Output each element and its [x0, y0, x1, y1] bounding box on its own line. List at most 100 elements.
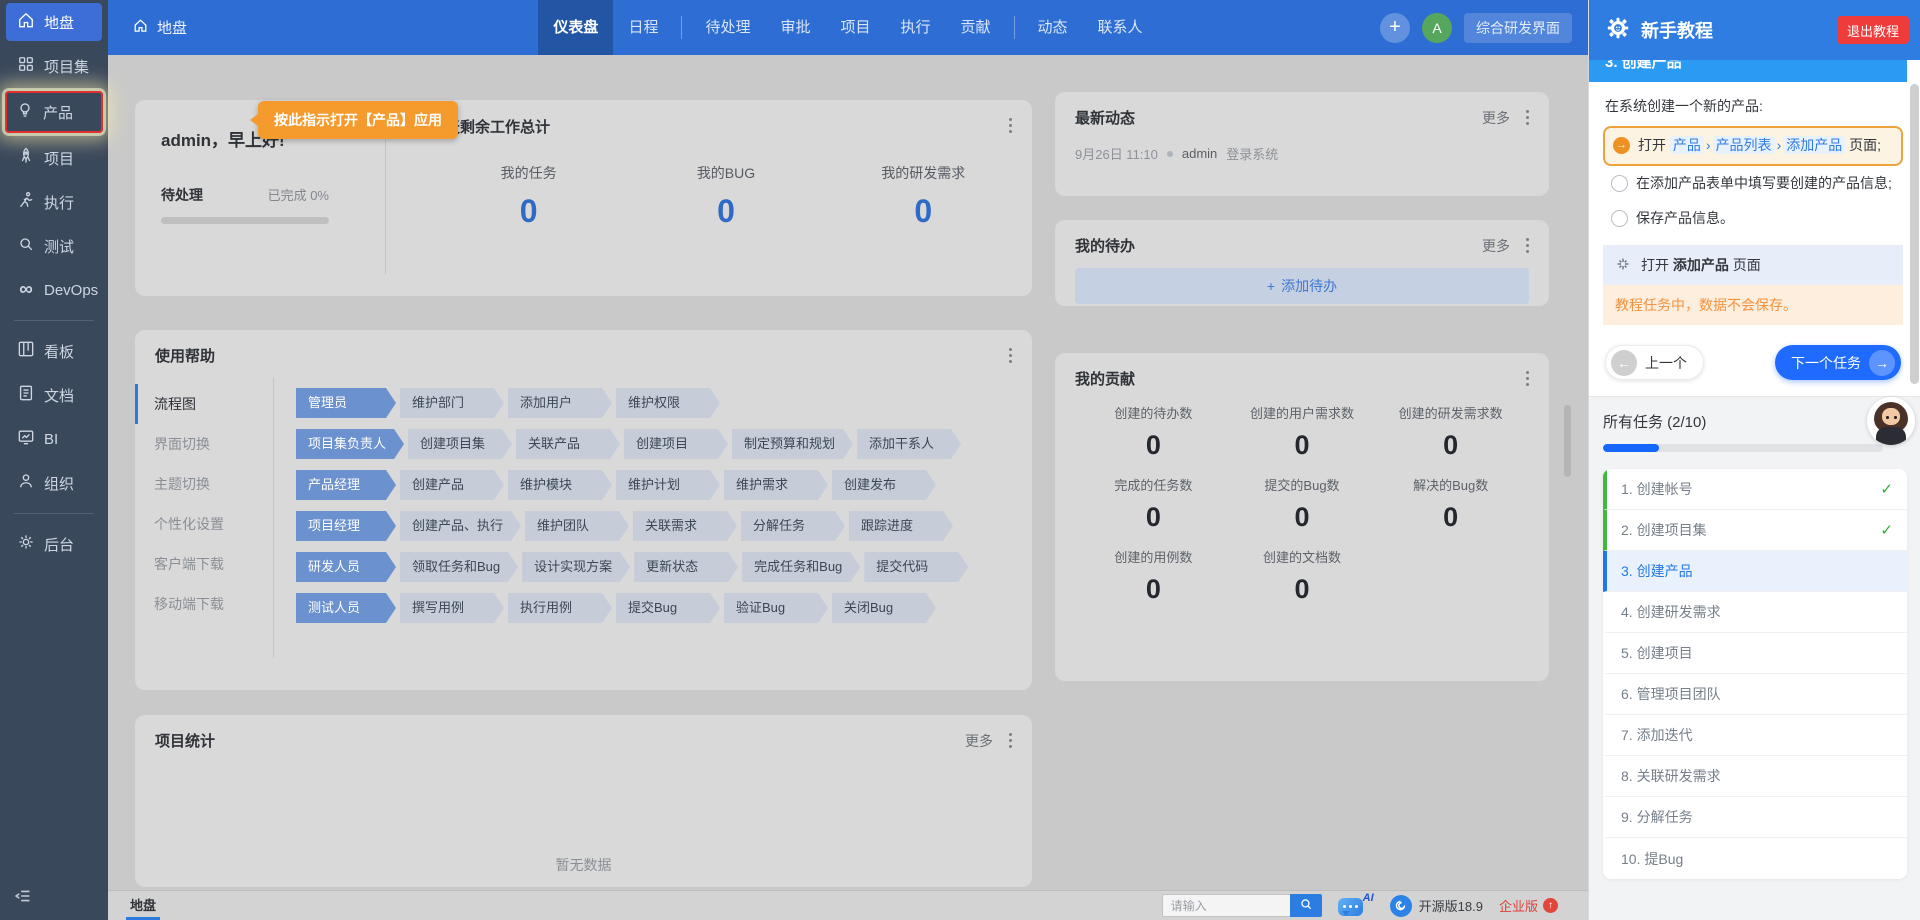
- link-product-list[interactable]: 产品列表: [1712, 136, 1775, 154]
- stat-value[interactable]: 0: [430, 193, 627, 230]
- kebab-menu-icon[interactable]: [1524, 369, 1531, 388]
- task-item[interactable]: 5. 创建项目✓: [1603, 633, 1907, 675]
- tab-dynamic[interactable]: 动态: [1023, 0, 1083, 55]
- entry-action: 登录系统: [1226, 147, 1279, 162]
- flow-row-admin: 管理员 维护部门 添加用户 维护权限: [296, 388, 1032, 418]
- more-link[interactable]: 更多: [1482, 108, 1510, 128]
- avatar[interactable]: A: [1422, 12, 1452, 43]
- sidebar-item-label: 执行: [44, 194, 75, 212]
- stat-my-bugs: 我的BUG 0: [627, 163, 824, 230]
- task-item[interactable]: 7. 添加迭代✓: [1603, 715, 1907, 757]
- kebab-menu-icon[interactable]: [1007, 731, 1014, 750]
- help-tab-ui-switch[interactable]: 界面切换: [135, 424, 273, 464]
- tab-dashboard[interactable]: 仪表盘: [538, 0, 614, 55]
- sidebar-item-admin[interactable]: 后台: [6, 525, 102, 563]
- help-tab-mobile-download[interactable]: 移动端下载: [135, 584, 273, 624]
- ai-assistant-icon[interactable]: AI: [1337, 892, 1374, 918]
- next-task-button[interactable]: 下一个任务 →: [1775, 345, 1901, 381]
- sidebar-item-label: 项目: [44, 150, 75, 168]
- guide-tooltip: 按此指示打开【产品】应用: [250, 101, 458, 139]
- tutorial-scrollbar[interactable]: [1910, 84, 1919, 384]
- sidebar-item-org[interactable]: 组织: [6, 464, 102, 502]
- nav-divider: [681, 16, 683, 39]
- more-link[interactable]: 更多: [1482, 236, 1510, 256]
- tab-project[interactable]: 项目: [825, 0, 885, 55]
- help-tab-client-download[interactable]: 客户端下载: [135, 544, 273, 584]
- tab-review[interactable]: 审批: [765, 0, 825, 55]
- help-tab-theme[interactable]: 主题切换: [135, 464, 273, 504]
- kebab-menu-icon[interactable]: [1524, 236, 1531, 255]
- tab-contacts[interactable]: 联系人: [1083, 0, 1158, 55]
- task-item[interactable]: 1. 创建帐号 ✓: [1603, 469, 1907, 511]
- sidebar-item-execution[interactable]: 执行: [6, 183, 102, 221]
- stat-my-stories: 我的研发需求 0: [825, 163, 1022, 230]
- task-item[interactable]: 8. 关联研发需求✓: [1603, 756, 1907, 798]
- flow-row-tester: 测试人员 撰写用例 执行用例 提交Bug 验证Bug 关闭Bug: [296, 593, 1032, 623]
- sidebar-item-ground[interactable]: 地盘: [6, 3, 102, 41]
- stat-value[interactable]: 0: [825, 193, 1022, 230]
- flow-step-chip: 添加干系人: [857, 429, 961, 459]
- tab-contribute[interactable]: 贡献: [946, 0, 1006, 55]
- home-icon: [16, 10, 36, 34]
- help-card: 使用帮助 流程图 界面切换 主题切换 个性化设置 客户端下载 移动端下载 管理员…: [135, 330, 1032, 690]
- tutorial-progressbar: [1603, 444, 1883, 453]
- sidebar-item-bi[interactable]: BI: [6, 420, 102, 458]
- add-todo-button[interactable]: + 添加待办: [1075, 268, 1529, 304]
- link-add-product[interactable]: 添加产品: [1783, 136, 1846, 154]
- nav-divider: [1013, 16, 1015, 39]
- sidebar-item-product[interactable]: 产品: [5, 91, 103, 133]
- sidebar-item-project[interactable]: 项目: [6, 139, 102, 177]
- statusbar-tab-ground[interactable]: 地盘: [126, 891, 161, 920]
- contrib-stat: 解决的Bug数 0: [1413, 478, 1489, 532]
- collapse-sidebar-icon[interactable]: [12, 885, 34, 912]
- grid-icon: [16, 54, 36, 78]
- sidebar-item-label: DevOps: [44, 281, 99, 299]
- flow-step-chip: 提交Bug: [616, 593, 720, 623]
- task-item[interactable]: 6. 管理项目团队✓: [1603, 674, 1907, 716]
- flow-step-chip: 设计实现方案: [522, 552, 630, 582]
- my-todo-card: 我的待办 更多 + 添加待办: [1055, 220, 1549, 306]
- previous-task-button[interactable]: ← 上一个: [1605, 345, 1704, 381]
- view-switch-button[interactable]: 综合研发界面: [1464, 12, 1572, 43]
- upgrade-link[interactable]: 企业版 ↑: [1499, 896, 1558, 915]
- more-link[interactable]: 更多: [965, 731, 993, 751]
- search-button[interactable]: [1289, 894, 1322, 917]
- help-tab-personalize[interactable]: 个性化设置: [135, 504, 273, 544]
- stat-value[interactable]: 0: [627, 193, 824, 230]
- tab-execution[interactable]: 执行: [886, 0, 946, 55]
- task-item[interactable]: 4. 创建研发需求✓: [1603, 592, 1907, 634]
- tab-calendar[interactable]: 日程: [613, 0, 673, 55]
- sidebar-item-doc[interactable]: 文档: [6, 376, 102, 414]
- task-item[interactable]: 2. 创建项目集 ✓: [1603, 510, 1907, 552]
- sidebar-item-devops[interactable]: ∞ DevOps: [6, 271, 102, 309]
- flow-step-chip: 制定预算和规划: [732, 429, 853, 459]
- assistant-avatar: [1867, 397, 1915, 446]
- tutorial-action-row[interactable]: 打开 添加产品 页面: [1603, 245, 1903, 286]
- task-item[interactable]: 3. 创建产品✓: [1603, 551, 1907, 593]
- kebab-menu-icon[interactable]: [1007, 116, 1014, 135]
- flow-step-chip: 分解任务: [741, 511, 845, 541]
- sidebar-item-program[interactable]: 项目集: [6, 47, 102, 85]
- sidebar-item-qa[interactable]: 测试: [6, 227, 102, 265]
- flow-step-chip: 维护需求: [724, 470, 828, 500]
- flow-step-chip: 执行用例: [508, 593, 612, 623]
- tab-todo[interactable]: 待处理: [690, 0, 765, 55]
- kebab-menu-icon[interactable]: [1007, 346, 1014, 365]
- kebab-menu-icon[interactable]: [1524, 108, 1531, 127]
- tutorial-note: 教程任务中，数据不会保存。: [1603, 285, 1903, 326]
- link-product[interactable]: 产品: [1669, 136, 1704, 154]
- create-button[interactable]: +: [1380, 12, 1410, 43]
- exit-tutorial-button[interactable]: 退出教程: [1836, 16, 1909, 44]
- tutorial-header: 新手教程 退出教程: [1589, 0, 1920, 60]
- main-scrollbar[interactable]: [1564, 405, 1571, 477]
- search-input[interactable]: [1161, 894, 1290, 917]
- contrib-stat: 创建的待办数 0: [1114, 406, 1193, 460]
- topbar-actions: + A 综合研发界面: [1380, 0, 1572, 55]
- dynamics-entry[interactable]: 9月26日 11:10 admin 登录系统: [1055, 128, 1549, 163]
- help-tab-flowchart[interactable]: 流程图: [135, 384, 273, 424]
- flow-step-chip: 创建项目: [624, 429, 728, 459]
- task-item[interactable]: 9. 分解任务✓: [1603, 797, 1907, 839]
- task-item[interactable]: 10. 提Bug✓: [1603, 838, 1907, 879]
- sidebar-item-kanban[interactable]: 看板: [6, 332, 102, 370]
- flow-role-chip: 产品经理: [296, 470, 396, 500]
